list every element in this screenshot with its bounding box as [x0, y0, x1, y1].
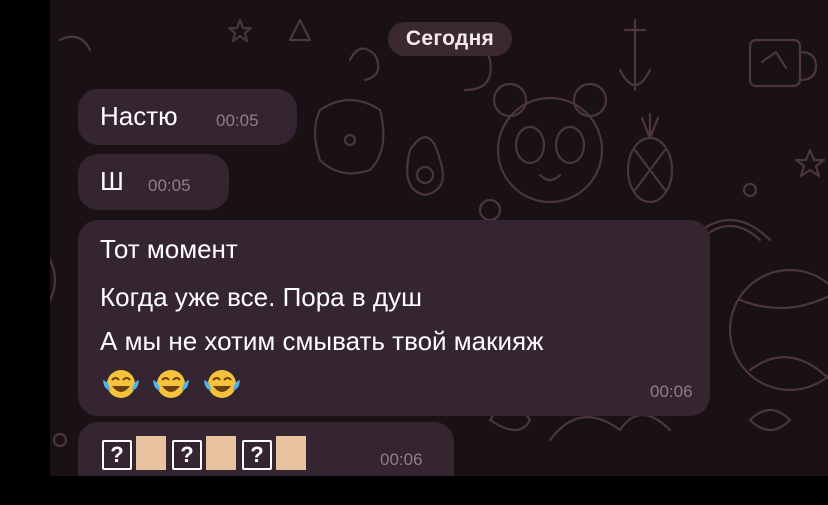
bottom-bar [0, 476, 828, 505]
message-timestamp: 00:05 [216, 111, 259, 130]
message-text: Настю [100, 101, 178, 131]
message-timestamp: 00:06 [650, 382, 693, 401]
skin-tone-swatch [136, 436, 166, 470]
message-text-line: А мы не хотим смывать твой макияж [100, 326, 544, 356]
message-bubble[interactable]: Ш 00:05 [78, 154, 229, 210]
message-bubble[interactable]: Настю 00:05 [78, 89, 297, 145]
message-bubble[interactable]: Тот момент Когда уже все. Пора в душ А м… [78, 220, 710, 416]
message-bubble[interactable]: ??? 00:06 [78, 422, 454, 476]
chat-area[interactable]: Сегодня Настю 00:05 Ш 00:05 Тот момент К… [50, 0, 828, 476]
message-text: Ш [100, 166, 124, 196]
face-with-tears-of-joy-icon [153, 370, 190, 398]
missing-glyph-icon: ? [242, 440, 272, 470]
message-timestamp: 00:06 [380, 450, 423, 469]
emoji-row [102, 368, 249, 398]
skin-tone-swatch [276, 436, 306, 470]
date-separator: Сегодня [388, 22, 512, 56]
message-text-line: Когда уже все. Пора в душ [100, 282, 422, 312]
message-timestamp: 00:05 [148, 176, 191, 195]
unsupported-emoji-row: ??? [102, 436, 312, 472]
missing-glyph-icon: ? [172, 440, 202, 470]
face-with-tears-of-joy-icon [103, 370, 139, 398]
screen: Сегодня Настю 00:05 Ш 00:05 Тот момент К… [0, 0, 828, 505]
message-text-line: Тот момент [100, 234, 238, 264]
missing-glyph-icon: ? [102, 440, 132, 470]
face-with-tears-of-joy-icon [203, 370, 240, 398]
skin-tone-swatch [206, 436, 236, 470]
